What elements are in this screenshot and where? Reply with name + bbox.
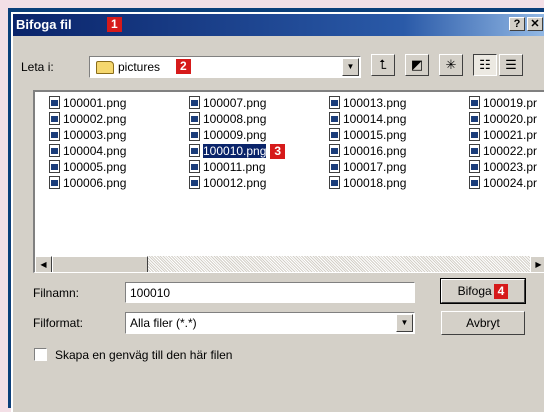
- image-file-icon: [189, 112, 200, 125]
- image-file-icon: [469, 128, 480, 141]
- arrow-left-icon: ◀: [40, 260, 47, 269]
- lookin-value: pictures: [118, 60, 161, 74]
- image-file-icon: [49, 160, 60, 173]
- image-file-icon: [469, 160, 480, 173]
- lookin-combo[interactable]: pictures 2 ▼: [89, 56, 361, 78]
- marker-4: 4: [493, 284, 509, 300]
- horizontal-scrollbar[interactable]: ◀ ▶: [35, 256, 544, 272]
- lookin-label: Leta i:: [21, 60, 54, 74]
- image-file-icon: [49, 128, 60, 141]
- list-item[interactable]: 100007.png: [189, 95, 266, 111]
- shortcut-checkbox[interactable]: [34, 348, 47, 361]
- details-view-icon: ☰: [505, 57, 517, 72]
- image-file-icon: [189, 176, 200, 189]
- folder-icon: [96, 61, 114, 74]
- list-item[interactable]: 100020.pr: [469, 111, 537, 127]
- list-item[interactable]: 100021.pr: [469, 127, 537, 143]
- help-button[interactable]: ?: [509, 17, 525, 31]
- list-item[interactable]: 100008.png: [189, 111, 266, 127]
- list-view-button[interactable]: ☷: [473, 54, 497, 76]
- image-file-icon: [329, 144, 340, 157]
- scroll-left-button[interactable]: ◀: [35, 256, 52, 272]
- list-item[interactable]: 100003.png: [49, 127, 126, 143]
- arrow-right-icon: ▶: [535, 260, 542, 269]
- list-item[interactable]: 100018.png: [329, 175, 406, 191]
- image-file-icon: [329, 128, 340, 141]
- close-button[interactable]: ✕: [527, 17, 543, 31]
- list-item[interactable]: 100023.pr: [469, 159, 537, 175]
- image-file-icon: [189, 160, 200, 173]
- list-item[interactable]: 100001.png: [49, 95, 126, 111]
- image-file-icon: [469, 112, 480, 125]
- image-file-icon: [49, 112, 60, 125]
- image-file-icon: [329, 96, 340, 109]
- list-item[interactable]: 100019.pr: [469, 95, 537, 111]
- filetype-label: Filformat:: [33, 316, 84, 330]
- list-item-selected[interactable]: 100010.png 3: [189, 143, 286, 159]
- attach-file-dialog: Bifoga fil 1 ? ✕ Leta i: pictures 2 ▼ ⮤ …: [11, 12, 544, 412]
- title-bar: Bifoga fil 1 ? ✕: [13, 14, 544, 36]
- image-file-icon: [329, 112, 340, 125]
- list-item[interactable]: 100009.png: [189, 127, 266, 143]
- up-folder-icon: ⮤: [379, 57, 387, 72]
- list-item[interactable]: 100013.png: [329, 95, 406, 111]
- list-item[interactable]: 100017.png: [329, 159, 406, 175]
- list-item[interactable]: 100015.png: [329, 127, 406, 143]
- list-item[interactable]: 100011.png: [189, 159, 266, 175]
- list-item[interactable]: 100024.pr: [469, 175, 537, 191]
- list-item[interactable]: 100006.png: [49, 175, 126, 191]
- list-item[interactable]: 100016.png: [329, 143, 406, 159]
- image-file-icon: [49, 176, 60, 189]
- image-file-icon: [189, 96, 200, 109]
- image-file-icon: [469, 144, 480, 157]
- image-file-icon: [189, 144, 200, 157]
- image-file-icon: [329, 160, 340, 173]
- marker-1: 1: [107, 17, 122, 32]
- scroll-right-button[interactable]: ▶: [530, 256, 544, 272]
- list-item[interactable]: 100012.png: [189, 175, 266, 191]
- shortcut-label[interactable]: Skapa en genväg till den här filen: [55, 348, 232, 362]
- image-file-icon: [469, 176, 480, 189]
- marker-3: 3: [270, 144, 286, 159]
- new-folder-button[interactable]: ✳: [439, 54, 463, 76]
- filename-label: Filnamn:: [33, 286, 80, 300]
- new-folder-icon: ✳: [445, 57, 457, 72]
- details-view-button[interactable]: ☰: [499, 54, 523, 76]
- filename-input[interactable]: [125, 282, 415, 303]
- image-file-icon: [49, 144, 60, 157]
- chevron-down-icon[interactable]: ▼: [396, 314, 413, 332]
- image-file-icon: [189, 128, 200, 141]
- image-file-icon: [49, 96, 60, 109]
- file-list[interactable]: 100001.png 100002.png 100003.png 100004.…: [33, 90, 544, 273]
- dialog-title: Bifoga fil: [16, 17, 72, 32]
- image-file-icon: [329, 176, 340, 189]
- scroll-thumb[interactable]: [52, 256, 148, 272]
- image-file-icon: [469, 96, 480, 109]
- marker-2: 2: [176, 59, 191, 74]
- cancel-button[interactable]: Avbryt: [441, 311, 525, 335]
- desktop-button[interactable]: ◩: [405, 54, 429, 76]
- up-folder-button[interactable]: ⮤: [371, 54, 395, 76]
- filetype-value: Alla filer (*.*): [130, 316, 197, 330]
- list-item[interactable]: 100002.png: [49, 111, 126, 127]
- list-item[interactable]: 100014.png: [329, 111, 406, 127]
- desktop-icon: ◩: [410, 57, 424, 72]
- list-item[interactable]: 100022.pr: [469, 143, 537, 159]
- chevron-down-icon[interactable]: ▼: [342, 58, 359, 76]
- attach-button[interactable]: Bifoga 4: [440, 278, 526, 304]
- list-item[interactable]: 100004.png: [49, 143, 126, 159]
- filetype-select[interactable]: Alla filer (*.*) ▼: [125, 312, 415, 334]
- list-item[interactable]: 100005.png: [49, 159, 126, 175]
- list-view-icon: ☷: [479, 57, 491, 72]
- attach-button-label: Bifoga: [457, 284, 492, 298]
